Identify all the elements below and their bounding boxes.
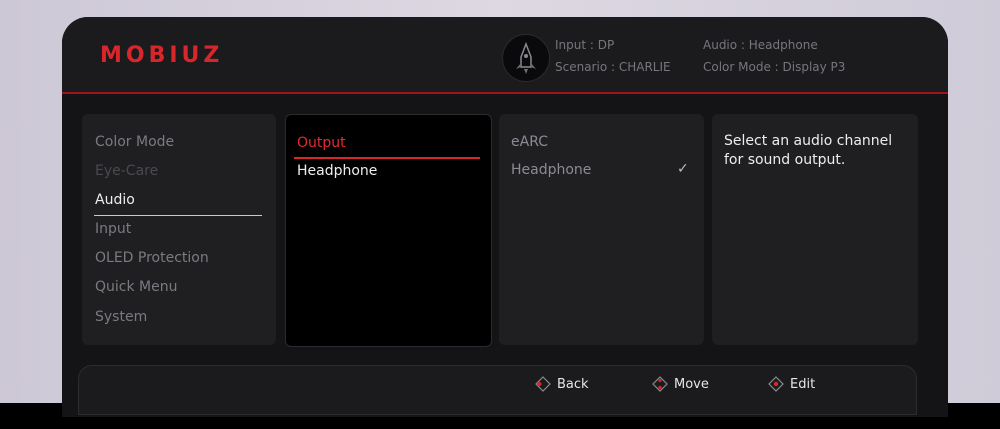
- description-panel: Select an audio channel for sound output…: [712, 114, 918, 345]
- menu-item-input[interactable]: Input: [95, 221, 131, 237]
- dpad-center-icon: [768, 376, 784, 392]
- edit-hint[interactable]: Edit: [768, 376, 815, 392]
- scenario-rocket-icon: [502, 34, 550, 82]
- brand-logo: MOBIUZ: [100, 43, 224, 68]
- main-menu-panel: Color Mode Eye-Care Audio Input OLED Pro…: [82, 114, 276, 345]
- color-mode-status: Color Mode : Display P3: [703, 60, 846, 74]
- option-headphone[interactable]: Headphone: [511, 162, 591, 178]
- dpad-left-icon: [535, 376, 551, 392]
- menu-item-audio[interactable]: Audio: [95, 192, 135, 208]
- submenu-header-output[interactable]: Output: [297, 135, 346, 151]
- menu-item-quick-menu[interactable]: Quick Menu: [95, 279, 177, 295]
- back-hint[interactable]: Back: [535, 376, 589, 392]
- menu-item-color-mode[interactable]: Color Mode: [95, 134, 174, 150]
- osd-footer: Back Move Edit: [78, 365, 917, 415]
- edit-label: Edit: [790, 376, 816, 392]
- move-hint[interactable]: Move: [652, 376, 709, 392]
- menu-selection-underline: [94, 215, 262, 216]
- menu-item-eye-care: Eye-Care: [95, 163, 159, 179]
- submenu-item-headphone[interactable]: Headphone: [297, 163, 377, 179]
- move-label: Move: [674, 376, 709, 392]
- osd-window: MOBIUZ Input : DP Scenario : CHARLIE Aud…: [62, 17, 948, 417]
- menu-item-system[interactable]: System: [95, 309, 147, 325]
- submenu-panel: Output Headphone: [285, 114, 492, 347]
- dpad-updown-icon: [652, 376, 668, 392]
- scenario-status: Scenario : CHARLIE: [555, 60, 671, 74]
- back-label: Back: [557, 376, 589, 392]
- menu-item-oled-protection[interactable]: OLED Protection: [95, 250, 209, 266]
- options-panel: eARC Headphone ✓: [499, 114, 704, 345]
- input-status: Input : DP: [555, 38, 615, 52]
- audio-status: Audio : Headphone: [703, 38, 818, 52]
- osd-header: MOBIUZ Input : DP Scenario : CHARLIE Aud…: [62, 17, 948, 93]
- description-text: Select an audio channel for sound output…: [724, 133, 893, 168]
- option-earc[interactable]: eARC: [511, 134, 548, 150]
- submenu-header-underline: [294, 157, 480, 159]
- header-divider: [62, 92, 948, 94]
- checkmark-icon: ✓: [677, 161, 689, 177]
